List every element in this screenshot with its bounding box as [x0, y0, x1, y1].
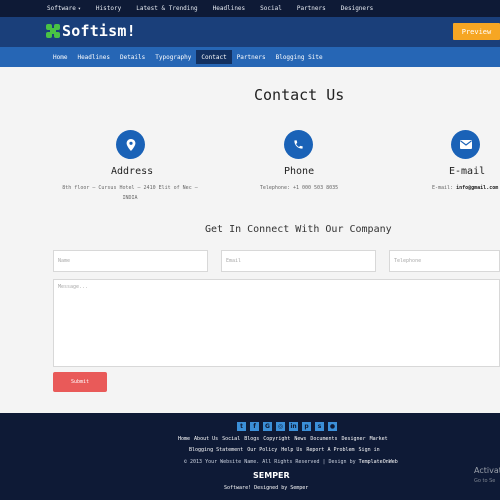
templateonweb-link[interactable]: TemplateOnWeb [359, 459, 398, 465]
puzzle-logo-icon [46, 24, 60, 38]
submit-button[interactable]: Submit [53, 372, 107, 392]
footer-link-sign-in[interactable]: Sign in [359, 447, 380, 453]
top-nav-social[interactable]: Social [260, 5, 282, 12]
address-line-1: 8th floor – Cursus Hotel – 2410 Elit of … [62, 185, 198, 191]
footer-link-about-us[interactable]: About Us [194, 436, 218, 442]
footer-link-designer[interactable]: Designer [342, 436, 366, 442]
caret-down-icon: ▾ [77, 6, 81, 12]
github-icon[interactable]: ● [328, 422, 337, 431]
footer-link-home[interactable]: Home [178, 436, 190, 442]
copyright-text: © 2013 Your Website Name. All Rights Res… [184, 459, 398, 465]
form-title: Get In Connect With Our Company [205, 224, 392, 235]
message-field[interactable] [53, 279, 500, 367]
phone-icon [284, 130, 313, 159]
footer-link-our-policy[interactable]: Our Policy [247, 447, 277, 453]
top-nav-software[interactable]: Software ▾ [47, 5, 81, 12]
phone-title: Phone [284, 166, 315, 177]
site-logo[interactable]: Softism! [46, 22, 136, 40]
software-label: Software [47, 5, 76, 12]
top-nav-history[interactable]: History [96, 5, 121, 12]
page-title: Contact Us [254, 86, 345, 104]
footer-links-row-1: Home About Us Social Blogs Copyright New… [178, 436, 392, 442]
telephone-field[interactable] [389, 250, 500, 272]
footer-link-documents[interactable]: Documents [310, 436, 337, 442]
email-field[interactable] [221, 250, 376, 272]
top-nav: Software ▾ History Latest & Trending Head… [47, 0, 388, 17]
site-name: Softism! [62, 22, 136, 40]
preview-button[interactable]: Preview [453, 23, 500, 40]
address-line-2: INDIA [122, 195, 138, 201]
footer-link-social[interactable]: Social [222, 436, 240, 442]
skype-icon[interactable]: s [315, 422, 324, 431]
pinterest-icon[interactable]: p [302, 422, 311, 431]
nav-home[interactable]: Home [48, 50, 72, 64]
activate-watermark-sub: Go to Se [474, 478, 496, 484]
top-nav-headlines[interactable]: Headlines [213, 5, 246, 12]
top-nav-latest-trending[interactable]: Latest & Trending [136, 5, 197, 12]
nav-headlines[interactable]: Headlines [72, 50, 115, 64]
email-address[interactable]: info@gmail.com [456, 185, 498, 191]
footer-tagline: Software! Designed by Semper [224, 485, 309, 491]
activate-watermark: Activat [474, 466, 500, 475]
footer-link-market[interactable]: Market [370, 436, 388, 442]
facebook-icon[interactable]: f [250, 422, 259, 431]
nav-contact[interactable]: Contact [196, 50, 232, 64]
footer-brand: SEMPER [253, 471, 290, 480]
map-pin-icon [116, 130, 145, 159]
nav-blogging-site[interactable]: Blogging Site [271, 50, 328, 64]
email-label: E-mail: [432, 185, 454, 191]
copyright-label: © 2013 Your Website Name. All Rights Res… [184, 459, 356, 465]
footer-link-blogs[interactable]: Blogs [244, 436, 259, 442]
top-nav-partners[interactable]: Partners [297, 5, 326, 12]
email-title: E-mail [449, 166, 486, 177]
twitter-icon[interactable]: t [237, 422, 246, 431]
footer-link-news[interactable]: News [294, 436, 306, 442]
nav-typography[interactable]: Typography [150, 50, 196, 64]
address-text: 8th floor – Cursus Hotel – 2410 Elit of … [58, 183, 202, 203]
phone-text: Telephone: +1 000 503 8035 [259, 185, 339, 191]
footer-link-report-problem[interactable]: Report A Problem [306, 447, 354, 453]
nav-partners[interactable]: Partners [232, 50, 271, 64]
linkedin-icon[interactable]: in [289, 422, 298, 431]
main-nav: Home Headlines Details Typography Contac… [48, 49, 328, 65]
nav-details[interactable]: Details [115, 50, 150, 64]
social-icons: t f G ◎ in p s ● [237, 422, 341, 431]
address-title: Address [111, 166, 154, 177]
name-field[interactable] [53, 250, 208, 272]
google-plus-icon[interactable]: G [263, 422, 272, 431]
footer-link-copyright[interactable]: Copyright [263, 436, 290, 442]
envelope-icon [451, 130, 480, 159]
email-text: E-mail: info@gmail.com [432, 183, 498, 193]
instagram-icon[interactable]: ◎ [276, 422, 285, 431]
top-nav-designers[interactable]: Designers [341, 5, 374, 12]
footer-links-row-2: Blogging Statement Our Policy Help Us Re… [189, 447, 384, 453]
footer-link-help-us[interactable]: Help Us [281, 447, 302, 453]
footer-link-blogging-statement[interactable]: Blogging Statement [189, 447, 243, 453]
